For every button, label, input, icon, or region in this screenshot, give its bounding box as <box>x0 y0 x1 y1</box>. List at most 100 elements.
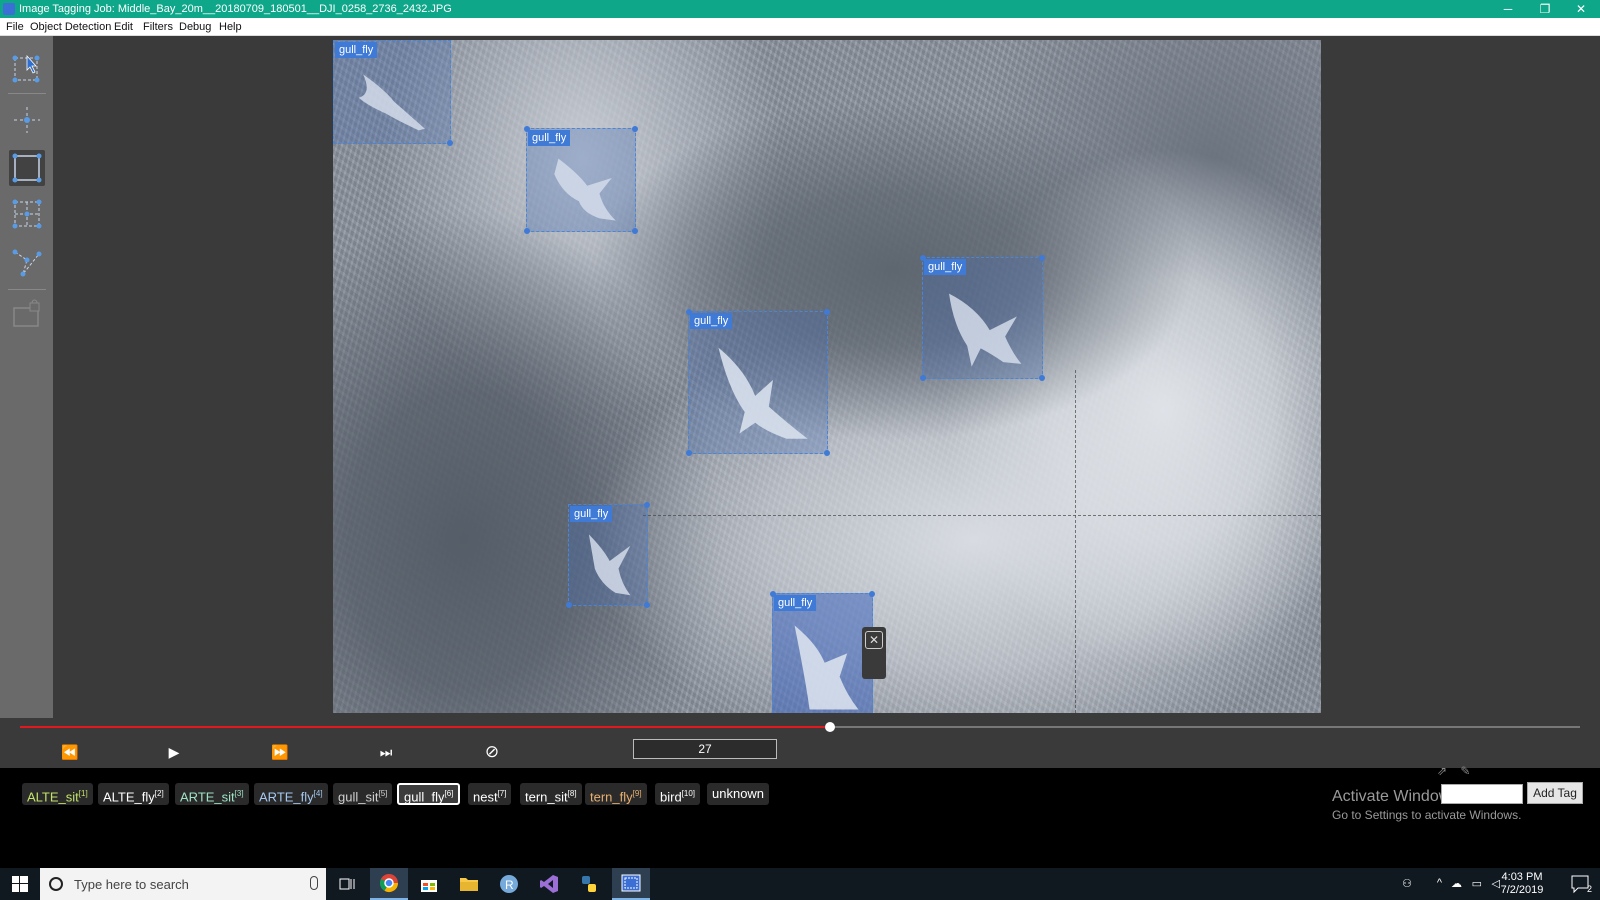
tag-tern-sit[interactable]: tern_sit[8] <box>520 783 582 805</box>
region-actions-popup: ✕ <box>862 627 886 679</box>
close-button[interactable]: ✕ <box>1563 0 1599 18</box>
taskbar-clock[interactable]: 4:03 PM 7/2/2019 <box>1492 871 1552 897</box>
frame-number-field[interactable]: 27 <box>633 739 777 759</box>
timeline-track[interactable] <box>20 722 1580 732</box>
tag-gull-sit[interactable]: gull_sit[5] <box>333 783 393 805</box>
resize-handle[interactable] <box>1039 255 1045 261</box>
tag-ARTE-sit[interactable]: ARTE_sit[3] <box>175 783 249 805</box>
menu-filters[interactable]: Filters <box>143 21 173 33</box>
polygon-tool-icon <box>12 199 42 229</box>
timeline-scrubber[interactable] <box>824 722 835 732</box>
menu-object-detection[interactable]: Object Detection <box>30 21 111 33</box>
crosshair-horizontal <box>643 515 1321 516</box>
resize-handle[interactable] <box>824 450 830 456</box>
resize-handle[interactable] <box>920 255 926 261</box>
skip-frame-button[interactable]: ⊘ <box>481 742 503 762</box>
tag-unknown[interactable]: unknown <box>707 783 770 805</box>
point-tool-icon <box>14 107 40 133</box>
tagging-app-icon[interactable] <box>612 868 650 900</box>
region-gull-fly-selected[interactable]: gull_fly <box>770 591 875 713</box>
lock-region-button[interactable] <box>9 296 45 332</box>
chrome-icon[interactable] <box>370 868 408 900</box>
share-icon[interactable]: ⇗ <box>1437 764 1447 778</box>
file-explorer-icon[interactable] <box>450 868 488 900</box>
resize-handle[interactable] <box>686 309 692 315</box>
search-placeholder: Type here to search <box>74 877 189 892</box>
r-app-icon[interactable]: R <box>490 868 528 900</box>
previous-frame-button[interactable]: ⏪ <box>59 742 81 762</box>
menu-file[interactable]: File <box>6 21 24 33</box>
start-button[interactable] <box>0 868 40 900</box>
aerial-image[interactable]: gull_fly gull_fly gull_fly gull_fly gull… <box>333 40 1321 713</box>
tag-label: nest <box>473 789 498 805</box>
pin-icon[interactable]: ✎ <box>1460 764 1470 778</box>
polyline-tool-button[interactable] <box>9 244 45 280</box>
resize-handle[interactable] <box>920 375 926 381</box>
tag-ARTE-fly[interactable]: ARTE_fly[4] <box>254 783 328 805</box>
tag-label: gull_sit <box>338 789 379 805</box>
region-gull-fly[interactable]: gull_fly <box>920 255 1045 381</box>
delete-region-icon[interactable]: ✕ <box>865 631 883 649</box>
resize-handle[interactable] <box>869 591 875 597</box>
resize-handle[interactable] <box>644 502 650 508</box>
network-icon[interactable]: ▭ <box>1472 877 1482 890</box>
window-title: Image Tagging Job: Middle_Bay_20m__20180… <box>19 3 452 15</box>
onedrive-icon[interactable]: ☁ <box>1451 877 1462 890</box>
menu-debug[interactable]: Debug <box>179 21 211 33</box>
clock-time: 4:03 PM <box>1501 871 1543 883</box>
polygon-tool-button[interactable] <box>9 196 45 232</box>
store-icon[interactable] <box>410 868 448 900</box>
menu-help[interactable]: Help <box>219 21 242 33</box>
tag-bird[interactable]: bird[10] <box>655 783 701 805</box>
region-label: gull_fly <box>774 595 817 611</box>
resize-handle[interactable] <box>632 228 638 234</box>
region-gull-fly[interactable]: gull_fly <box>686 309 830 456</box>
svg-text:R: R <box>505 878 514 892</box>
resize-handle[interactable] <box>566 602 572 608</box>
add-tag-button[interactable]: Add Tag <box>1527 782 1583 804</box>
resize-handle[interactable] <box>644 602 650 608</box>
select-tool-button[interactable] <box>9 50 45 86</box>
show-hidden-icons-icon[interactable]: ^ <box>1437 877 1442 889</box>
resize-handle[interactable] <box>1039 375 1045 381</box>
app-icon <box>3 3 15 15</box>
resize-handle[interactable] <box>686 450 692 456</box>
tag-ALTE-sit[interactable]: ALTE_sit[1] <box>22 783 93 805</box>
rectangle-tool-button[interactable] <box>9 150 45 186</box>
tag-label: unknown <box>712 786 765 801</box>
new-tag-input[interactable] <box>1441 784 1523 804</box>
tag-tern-fly[interactable]: tern_fly[9] <box>585 783 647 805</box>
microphone-icon[interactable] <box>310 876 318 890</box>
tag-ALTE-fly[interactable]: ALTE_fly[2] <box>98 783 169 805</box>
resize-handle[interactable] <box>447 140 453 146</box>
region-label: gull_fly <box>335 42 378 58</box>
python-app-icon[interactable] <box>570 868 608 900</box>
restore-button[interactable]: ❐ <box>1527 0 1563 18</box>
select-tool-icon <box>12 54 40 83</box>
resize-handle[interactable] <box>770 591 776 597</box>
resize-handle[interactable] <box>632 126 638 132</box>
point-tool-button[interactable] <box>9 102 45 138</box>
overlay-icons: ⇗ ✎ <box>1437 764 1477 782</box>
minimize-button[interactable]: ─ <box>1490 0 1526 18</box>
rectangle-tool-icon <box>12 153 42 183</box>
next-frame-button[interactable]: ⏩ <box>269 742 291 762</box>
region-gull-fly[interactable]: gull_fly <box>566 502 650 608</box>
resize-handle[interactable] <box>524 228 530 234</box>
tag-nest[interactable]: nest[7] <box>468 783 512 805</box>
region-gull-fly[interactable]: gull_fly <box>524 126 638 234</box>
tag-hotkey: [7] <box>497 789 507 798</box>
tag-gull-fly[interactable]: gull_fly[6] <box>397 783 461 805</box>
action-center-icon[interactable]: 2 <box>1570 874 1592 894</box>
taskbar-search-box[interactable]: Type here to search <box>40 868 326 900</box>
play-button[interactable]: ▶ <box>163 742 185 762</box>
visual-studio-icon[interactable] <box>530 868 568 900</box>
menu-edit[interactable]: Edit <box>114 21 133 33</box>
resize-handle[interactable] <box>824 309 830 315</box>
next-tagged-button[interactable]: ⏭ <box>375 742 397 762</box>
region-gull-fly[interactable]: gull_fly <box>333 40 453 146</box>
people-icon[interactable]: ⚇ <box>1402 877 1412 890</box>
tag-label: tern_sit <box>525 789 568 805</box>
task-view-icon[interactable] <box>328 868 366 900</box>
resize-handle[interactable] <box>524 126 530 132</box>
